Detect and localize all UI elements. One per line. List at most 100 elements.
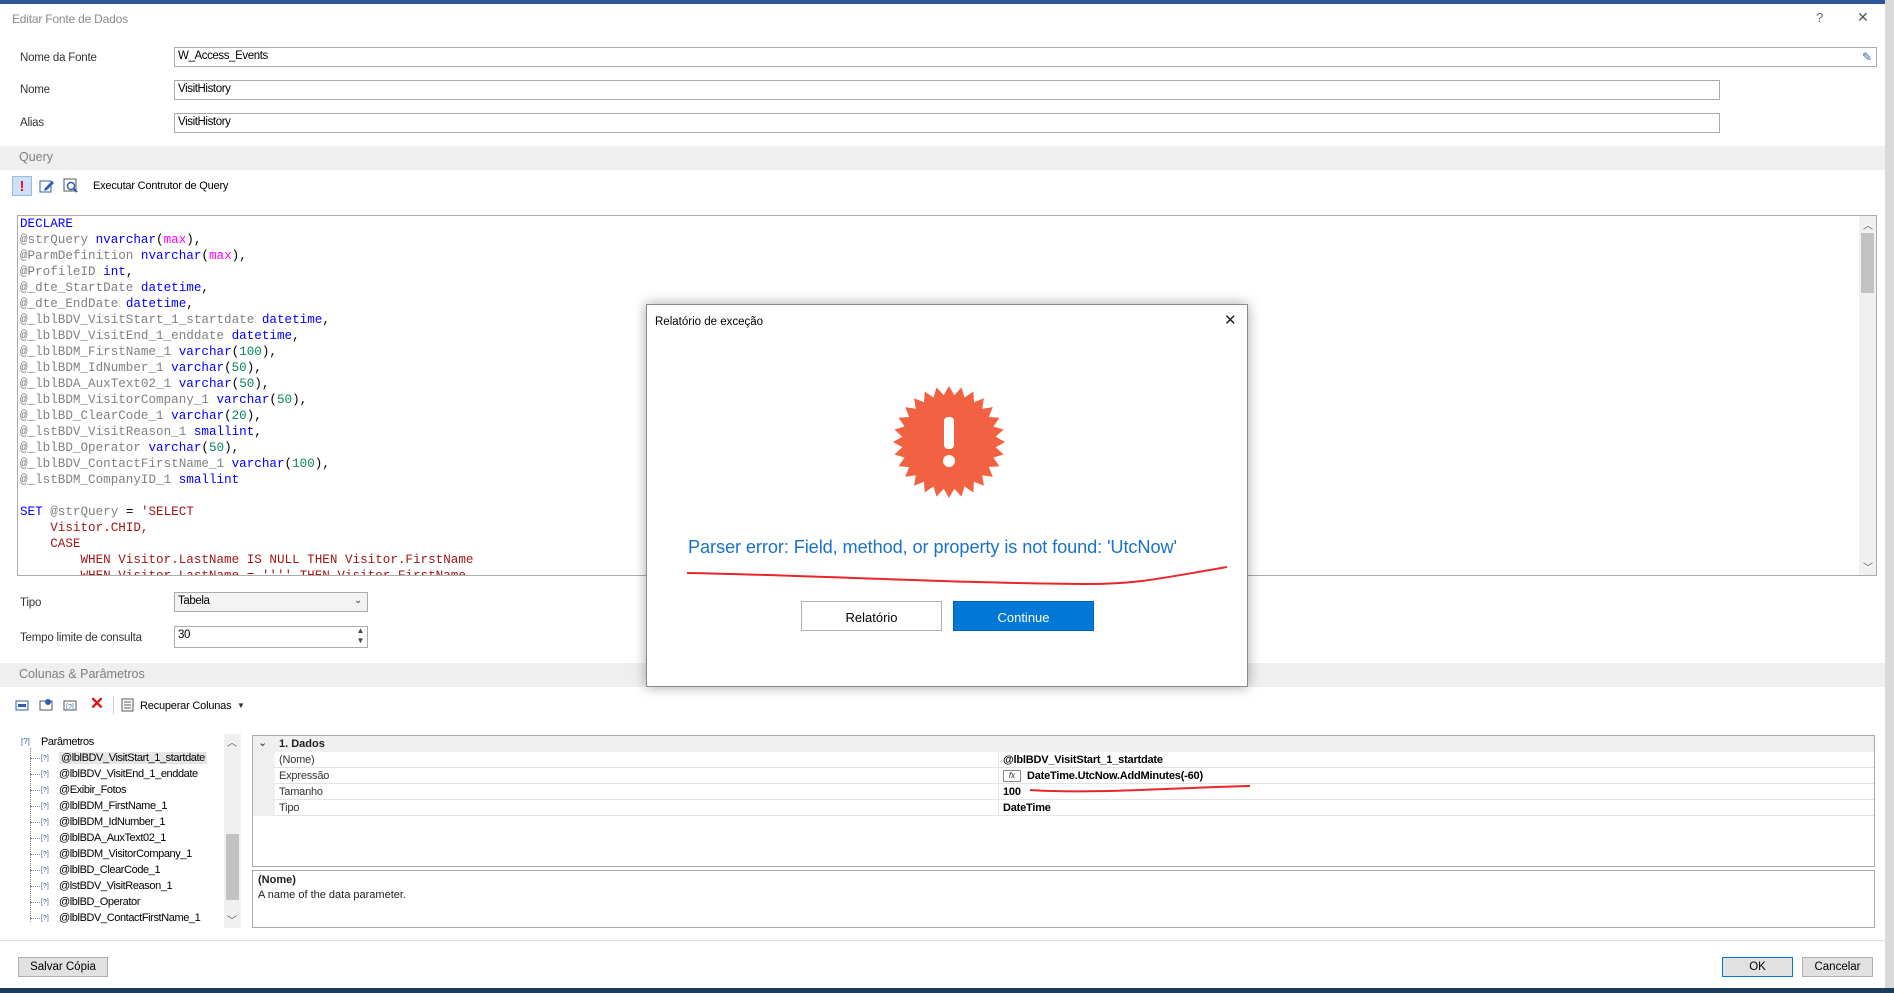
code-token: varchar [148,441,202,455]
code-token: @_lblBDA_AuxText02_1 [20,377,179,391]
code-line[interactable]: @_lblBD_Operator varchar(50), [20,440,473,456]
query-builder-icon[interactable] [62,177,80,195]
code-token: ( [224,409,232,423]
tree-vertical-scrollbar[interactable]: ︿ ﹀ [224,734,241,928]
add-parameter-icon[interactable]: [?] [62,697,78,713]
tree-item[interactable]: @lblBDM_VisitorCompany_1 [59,848,192,860]
edit-query-icon[interactable] [38,177,56,195]
retrieve-dropdown-arrow-icon[interactable]: ▼ [237,701,245,710]
code-line[interactable]: @_lblBDV_VisitStart_1_startdate datetime… [20,312,473,328]
grid-row-name[interactable]: Tamanho [279,786,323,798]
alias-field[interactable]: VisitHistory [174,113,1720,133]
tree-scroll-thumb[interactable] [226,834,239,900]
code-line[interactable]: WHEN Visitor.LastName IS NULL THEN Visit… [20,552,473,568]
code-line[interactable]: @_lstBDV_VisitReason_1 smallint, [20,424,473,440]
tree-item[interactable]: @lblBD_ClearCode_1 [59,864,161,876]
code-token: int [103,265,126,279]
scroll-thumb[interactable] [1861,233,1874,293]
retrieve-columns-icon[interactable] [120,697,136,713]
edit-pencil-icon[interactable]: ✎ [1862,50,1872,64]
code-line[interactable]: @_dte_EndDate datetime, [20,296,473,312]
code-line[interactable]: @_lblBDM_VisitorCompany_1 varchar(50), [20,392,473,408]
code-token: @_lblBDV_VisitEnd_1_enddate [20,329,232,343]
code-line[interactable]: @_lblBDA_AuxText02_1 varchar(50), [20,376,473,392]
timeout-spinner[interactable]: 30 ▲ ▼ [174,626,368,648]
code-line[interactable]: CASE [20,536,473,552]
name-field[interactable]: VisitHistory [174,80,1720,100]
code-line[interactable] [20,488,473,504]
tree-scroll-down[interactable]: ﹀ [227,912,237,927]
code-line[interactable]: DECLARE [20,216,473,232]
help-button[interactable]: ? [1816,10,1823,25]
tree-scroll-up[interactable]: ︿ [227,734,237,749]
code-token: ), [186,233,202,247]
code-line[interactable]: @_dte_StartDate datetime, [20,280,473,296]
code-line[interactable]: @_lstBDM_CompanyID_1 smallint [20,472,473,488]
tree-item[interactable]: @Exibir_Fotos [59,784,127,796]
spinner-down-icon[interactable]: ▼ [356,636,364,645]
grid-row-name[interactable]: Expressão [279,770,329,782]
ok-button[interactable]: OK [1722,957,1793,977]
tree-item[interactable]: @lblBDM_IdNumber_1 [59,816,165,828]
spinner-up-icon[interactable]: ▲ [356,627,364,635]
code-line[interactable]: SET @strQuery = 'SELECT [20,504,473,520]
code-token: smallint [193,425,255,439]
retrieve-columns-button[interactable]: Recuperar Colunas [140,700,232,712]
code-line[interactable]: @_lblBDV_ContactFirstName_1 varchar(100)… [20,456,473,472]
code-token: @_lblBD_ClearCode_1 [20,409,172,423]
collapse-chevron-icon[interactable]: ⌄ [258,736,267,749]
grid-row-value[interactable]: @lblBDV_VisitStart_1_startdate [1003,754,1163,766]
code-token: varchar [178,345,232,359]
code-line[interactable]: @ParmDefinition nvarchar(max), [20,248,473,264]
tree-item[interactable]: @lblBDV_ContactFirstName_1 [59,912,201,924]
editor-vertical-scrollbar[interactable]: ︿ ﹀ [1859,216,1876,575]
continue-button[interactable]: Continue [953,601,1094,631]
parameter-icon: [?] [41,771,49,778]
type-select[interactable]: Tabela ⌄ [174,592,368,612]
grid-category-row[interactable]: ⌄ 1. Dados [253,736,1874,752]
tree-item[interactable]: @lblBDM_FirstName_1 [59,800,167,812]
property-grid[interactable]: ⌄ 1. Dados (Nome) @lblBDV_VisitStart_1_st… [252,735,1875,867]
code-line[interactable]: @strQuery nvarchar(max), [20,232,473,248]
code-line[interactable]: @ProfileID int, [20,264,473,280]
window-close-button[interactable]: ✕ [1857,9,1869,26]
bottom-taskbar-strip [0,988,1894,993]
parameter-tree[interactable]: [?] Parâmetros [?] @lblBDV_VisitStart_1_s… [17,734,241,928]
code-token: WHEN Visitor.LastName = '''' THEN Visito… [20,569,466,576]
code-line[interactable]: @_lblBDM_IdNumber_1 varchar(50), [20,360,473,376]
report-button[interactable]: Relatório [801,601,942,631]
source-name-field[interactable]: W_Access_Events [174,47,1877,67]
sql-code[interactable]: DECLARE @strQuery nvarchar(max), @ParmDefi… [20,216,473,576]
add-calc-column-icon[interactable] [38,697,54,713]
code-line[interactable]: WHEN Visitor.LastName = '''' THEN Visito… [20,568,473,576]
grid-row-name[interactable]: (Nome) [279,754,315,766]
tree-item[interactable]: @lblBDV_VisitStart_1_startdate [59,752,207,764]
code-token: varchar [171,409,225,423]
tree-item[interactable]: @lblBDA_AuxText02_1 [59,832,166,844]
code-line[interactable]: @_lblBDM_FirstName_1 varchar(100), [20,344,473,360]
save-copy-button[interactable]: Salvar Cópia [18,957,108,977]
add-column-icon[interactable] [14,697,30,713]
tree-root[interactable]: Parâmetros [41,736,94,748]
code-token: @strQuery [20,233,96,247]
code-line[interactable]: @_lblBDV_VisitEnd_1_enddate datetime, [20,328,473,344]
code-token: varchar [216,393,270,407]
tree-item[interactable]: @lblBDV_VisitEnd_1_enddate [59,768,198,780]
timeout-label: Tempo limite de consulta [20,632,142,644]
grid-row-name[interactable]: Tipo [279,802,299,814]
cancel-button[interactable]: Cancelar [1802,957,1873,977]
code-line[interactable]: Visitor.CHID, [20,520,473,536]
dialog-close-icon[interactable]: ✕ [1224,311,1237,329]
parameter-icon: [?] [41,851,49,858]
validate-error-icon[interactable]: ! [12,176,32,196]
grid-row-value[interactable]: DateTime [1003,802,1051,814]
grid-divider [998,752,999,816]
scroll-up-arrow[interactable]: ︿ [1863,217,1873,232]
code-token: ), [246,361,262,375]
scroll-down-arrow[interactable]: ﹀ [1863,559,1873,574]
tree-item[interactable]: @lstBDV_VisitReason_1 [59,880,173,892]
code-line[interactable]: @_lblBD_ClearCode_1 varchar(20), [20,408,473,424]
run-query-builder-button[interactable]: Executar Contrutor de Query [93,180,228,192]
delete-red-x-icon[interactable]: ✕ [88,694,106,713]
tree-item[interactable]: @lblBD_Operator [59,896,140,908]
